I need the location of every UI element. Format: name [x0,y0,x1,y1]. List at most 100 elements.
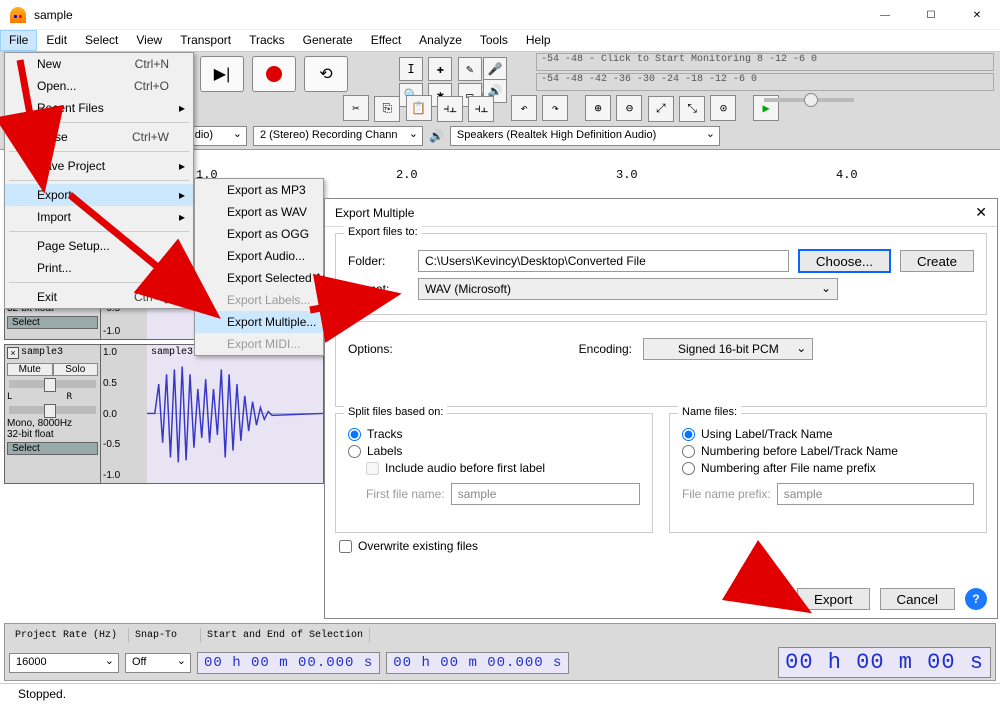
file-save-project[interactable]: Save Project [5,155,193,177]
title-bar: sample — ☐ ✕ [0,0,1000,30]
include-audio-check: Include audio before first label [366,461,640,475]
record-button[interactable] [252,56,296,92]
project-rate-header: Project Rate (Hz) [9,628,129,643]
file-exit[interactable]: ExitCtrl+Q [5,286,193,308]
zoom-sel-icon[interactable]: ⤢ [648,96,674,122]
zoom-fit-icon[interactable]: ⤡ [679,96,705,122]
gain-slider[interactable] [9,380,96,388]
skip-end-button[interactable]: ▶| [200,56,244,92]
cancel-button[interactable]: Cancel [880,588,956,610]
recording-channels-select[interactable]: 2 (Stereo) Recording Chann [253,126,423,146]
file-recent[interactable]: Recent Files [5,97,193,119]
waveform-icon [147,345,323,482]
close-button[interactable]: ✕ [954,0,1000,30]
track-select-button[interactable]: Select [7,316,98,329]
track-panel-sample3: × sample3 Mute Solo L R Mono, 8000Hz 32-… [4,344,324,484]
create-button[interactable]: Create [900,250,974,272]
file-export[interactable]: Export [5,184,193,206]
cut-icon[interactable]: ✂ [343,95,369,121]
undo-icon[interactable]: ↶ [511,95,537,121]
menu-effect[interactable]: Effect [362,30,410,51]
first-file-label: First file name: [366,487,445,501]
menu-generate[interactable]: Generate [294,30,362,51]
selection-end-time[interactable]: 00 h 00 m 00.000 s [386,652,569,674]
selection-start-time[interactable]: 00 h 00 m 00.000 s [197,652,380,674]
snap-to-select[interactable]: Off [125,653,191,673]
envelope-tool-icon[interactable]: ✚ [428,57,452,81]
status-bar: Stopped. [0,683,1000,707]
prefix-label: File name prefix: [682,487,771,501]
format-label: Format: [348,282,408,296]
name-legend: Name files: [678,406,741,418]
record-icon [266,66,282,82]
track-close-button[interactable]: × [7,347,19,359]
name-opt3-radio[interactable]: Numbering after File name prefix [682,461,974,475]
speaker-device-icon: 🔊 [429,129,444,143]
first-file-input: sample [451,483,640,505]
name-opt2-radio[interactable]: Numbering before Label/Track Name [682,444,974,458]
dialog-close-button[interactable]: ✕ [975,204,987,221]
overwrite-check[interactable]: Overwrite existing files [339,539,983,553]
audacity-logo-icon [10,7,26,23]
menu-tracks[interactable]: Tracks [240,30,294,51]
paste-icon[interactable]: 📋 [406,95,432,121]
play-speed-slider[interactable] [760,98,858,102]
export-button[interactable]: Export [797,588,870,610]
file-print[interactable]: Print... [5,257,193,279]
split-labels-radio[interactable]: Labels [348,444,640,458]
file-open[interactable]: Open...Ctrl+O [5,75,193,97]
maximize-button[interactable]: ☐ [908,0,954,30]
export-multiple-dialog: Export Multiple ✕ Export files to: Folde… [324,198,998,619]
pan-slider[interactable] [9,406,96,414]
zoom-toggle-icon[interactable]: ⊙ [710,95,736,121]
solo-button[interactable]: Solo [53,363,99,376]
copy-icon[interactable]: ⎘ [374,96,400,122]
menu-select[interactable]: Select [76,30,127,51]
menu-file[interactable]: File [0,30,37,51]
selection-tool-icon[interactable]: I [399,57,423,81]
window-title: sample [34,8,990,22]
menu-bar: File Edit Select View Transport Tracks G… [0,30,1000,52]
encoding-select[interactable]: Signed 16-bit PCM [643,338,813,360]
options-label: Options: [348,342,408,356]
silence-icon[interactable]: ⫞⫠ [468,96,494,122]
draw-tool-icon[interactable]: ✎ [458,57,482,81]
file-import[interactable]: Import [5,206,193,228]
split-legend: Split files based on: [344,406,447,418]
mute-button[interactable]: Mute [7,363,53,376]
recording-meter: -54 -48 - Click to Start Monitoring 8 -1… [536,52,994,92]
project-rate-select[interactable]: 16000 [9,653,119,673]
menu-edit[interactable]: Edit [37,30,76,51]
snap-to-header: Snap-To [129,628,201,643]
zoom-out-icon[interactable]: ⊖ [616,95,642,121]
file-page-setup[interactable]: Page Setup... [5,235,193,257]
redo-icon[interactable]: ↷ [542,95,568,121]
choose-button[interactable]: Choose... [799,250,890,272]
export-submenu: Export as MP3 Export as WAV Export as OG… [194,178,324,356]
split-tracks-radio[interactable]: Tracks [348,427,640,441]
loop-button[interactable]: ⟲ [304,56,348,92]
file-new[interactable]: NewCtrl+N [5,53,193,75]
zoom-in-icon[interactable]: ⊕ [585,95,611,121]
trim-icon[interactable]: ⫞⫠ [437,96,463,122]
audio-position-time[interactable]: 00 h 00 m 00 s [778,647,991,678]
export-files-legend: Export files to: [344,226,422,238]
folder-input[interactable]: C:\Users\Kevincy\Desktop\Converted File [418,250,789,272]
menu-help[interactable]: Help [517,30,560,51]
menu-view[interactable]: View [127,30,171,51]
start-end-header: Start and End of Selection [201,628,370,643]
minimize-button[interactable]: — [862,0,908,30]
menu-analyze[interactable]: Analyze [410,30,471,51]
dialog-title: Export Multiple [335,206,414,220]
help-icon[interactable]: ? [965,588,987,610]
selection-toolbar: Project Rate (Hz) Snap-To Start and End … [4,623,996,681]
format-select[interactable]: WAV (Microsoft) [418,278,838,300]
playback-device-select[interactable]: Speakers (Realtek High Definition Audio) [450,126,720,146]
track-select-button-2[interactable]: Select [7,442,98,455]
file-menu-dropdown: NewCtrl+N Open...Ctrl+O Recent Files Clo… [4,52,194,309]
file-close[interactable]: CloseCtrl+W [5,126,193,148]
menu-transport[interactable]: Transport [171,30,240,51]
name-opt1-radio[interactable]: Using Label/Track Name [682,427,974,441]
encoding-label: Encoding: [579,342,632,356]
menu-tools[interactable]: Tools [471,30,517,51]
